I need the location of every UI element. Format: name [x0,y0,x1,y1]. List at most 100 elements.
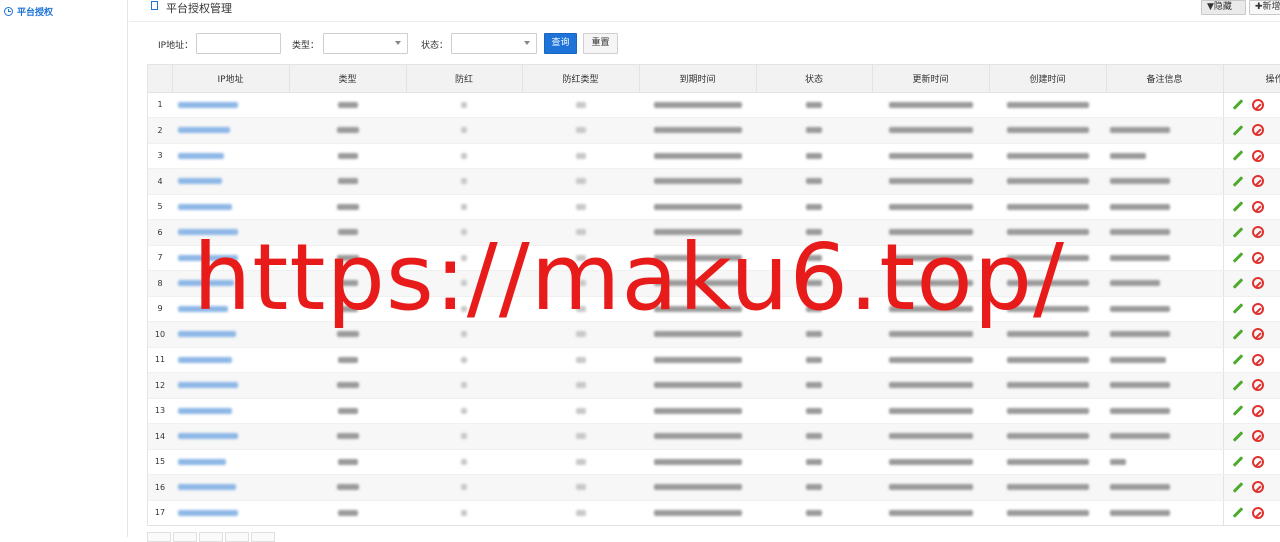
pencil-icon[interactable] [1232,150,1243,162]
pencil-icon[interactable] [1232,201,1243,213]
main-content: 平台授权管理 ▼隐藏 ✚新增 IP地址： 类型： 状态： 查询 重置 IP地址 … [129,0,1280,542]
ip-cell[interactable] [172,398,289,424]
hide-button[interactable]: ▼隐藏 [1201,0,1246,15]
column-header-expire-time[interactable]: 到期时间 [639,65,757,93]
actions-cell [1222,245,1280,271]
ip-cell[interactable] [172,347,289,373]
ban-icon[interactable] [1251,226,1264,239]
reset-button[interactable]: 重置 [583,33,618,54]
ip-cell[interactable] [172,423,289,450]
table-row: 2 [148,117,1280,144]
pencil-icon[interactable] [1232,303,1243,315]
ip-cell[interactable] [172,449,289,475]
ip-input[interactable] [196,33,281,54]
pencil-icon[interactable] [1232,507,1243,519]
ban-icon[interactable] [1251,98,1264,111]
pager-button[interactable] [251,532,275,542]
anti-red-cell [406,398,522,424]
ip-cell[interactable] [172,270,289,297]
column-header-ip[interactable]: IP地址 [172,65,290,93]
ban-icon[interactable] [1251,481,1264,494]
pencil-icon[interactable] [1232,430,1243,442]
sidebar-item-platform-auth[interactable]: 平台授权 [4,5,53,18]
ban-icon[interactable] [1251,251,1264,264]
column-header-status[interactable]: 状态 [756,65,873,93]
pencil-icon[interactable] [1232,277,1243,289]
ip-cell[interactable] [172,219,289,246]
pager-button[interactable] [225,532,249,542]
obscured-value [178,382,238,389]
column-header-type[interactable]: 类型 [289,65,407,93]
obscured-value [1006,203,1089,210]
ban-icon[interactable] [1251,149,1264,162]
anti-red-type-cell [522,347,639,373]
pager-button[interactable] [173,532,197,542]
ip-cell[interactable] [172,372,289,399]
ban-icon[interactable] [1251,302,1264,315]
column-header-create-time[interactable]: 创建时间 [989,65,1107,93]
actions-cell [1222,270,1280,297]
status-select[interactable] [451,33,537,54]
ban-icon[interactable] [1251,175,1264,188]
pencil-icon[interactable] [1232,328,1243,340]
pencil-icon[interactable] [1232,175,1243,187]
table-header-row: IP地址 类型 防红 防红类型 到期时间 状态 更新时间 创建时间 备注信息 操… [148,65,1280,93]
obscured-value [888,203,973,210]
column-header-anti-red[interactable]: 防红 [406,65,523,93]
pencil-icon[interactable] [1232,124,1243,136]
ban-icon[interactable] [1251,404,1264,417]
pencil-icon[interactable] [1232,405,1243,417]
ip-cell[interactable] [172,194,289,220]
query-button[interactable]: 查询 [544,33,577,54]
status-cell [756,219,872,246]
column-header-anti-red-type[interactable]: 防红类型 [522,65,640,93]
ip-cell[interactable] [172,474,289,501]
ban-icon[interactable] [1251,124,1264,137]
obscured-value [653,356,742,363]
create-time-cell [989,245,1106,271]
ban-icon[interactable] [1251,328,1264,341]
pencil-icon[interactable] [1232,99,1243,111]
ip-cell[interactable] [172,117,289,144]
ip-cell[interactable] [172,168,289,195]
pager-button[interactable] [147,532,171,542]
column-header-update-time[interactable]: 更新时间 [872,65,990,93]
ban-icon[interactable] [1251,430,1264,443]
sidebar-item-label: 平台授权 [17,8,54,18]
pager-button[interactable] [199,532,223,542]
pencil-icon[interactable] [1232,252,1243,264]
ip-cell[interactable] [172,143,289,169]
ip-cell[interactable] [172,321,289,348]
expire-time-cell [639,398,756,424]
create-time-cell [989,474,1106,501]
ban-icon[interactable] [1251,379,1264,392]
pencil-icon[interactable] [1232,456,1243,468]
update-time-cell [872,321,989,348]
anti-red-cell [406,296,522,322]
type-select[interactable] [323,33,408,54]
type-cell [289,270,406,297]
type-cell [289,296,406,322]
ban-icon[interactable] [1251,455,1264,468]
ip-cell[interactable] [172,92,289,118]
ip-cell[interactable] [172,500,289,525]
create-time-cell [989,347,1106,373]
new-button[interactable]: ✚新增 [1249,0,1280,15]
pencil-icon[interactable] [1232,226,1243,238]
row-number: 2 [148,117,172,144]
pencil-icon[interactable] [1232,354,1243,366]
obscured-value [1110,152,1146,159]
ban-icon[interactable] [1251,277,1264,290]
row-number: 16 [148,474,172,501]
ip-cell[interactable] [172,296,289,322]
ban-icon[interactable] [1251,200,1264,213]
actions-cell [1222,398,1280,424]
pencil-icon[interactable] [1232,379,1243,391]
update-time-cell [872,219,989,246]
ban-icon[interactable] [1251,353,1264,366]
column-header-remark[interactable]: 备注信息 [1106,65,1224,93]
ban-icon[interactable] [1251,506,1264,519]
pencil-icon[interactable] [1232,481,1243,493]
ip-cell[interactable] [172,245,289,271]
expire-time-cell [639,143,756,169]
